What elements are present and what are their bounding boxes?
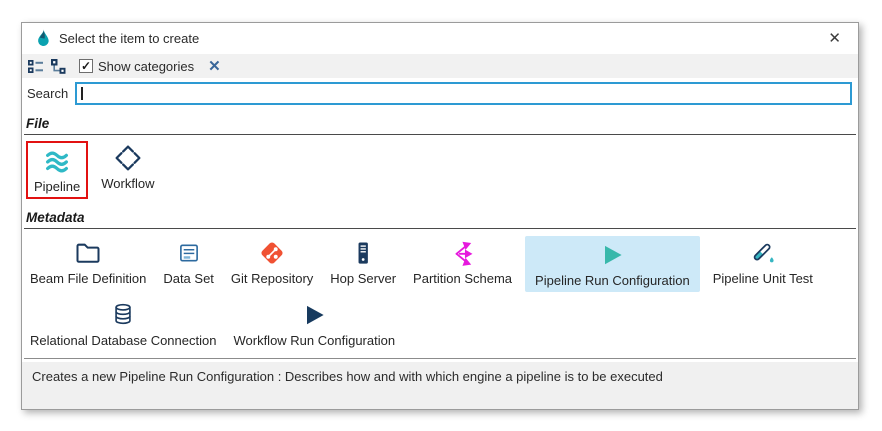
toolbar: ✓ Show categories ✕ xyxy=(22,54,858,78)
play-navy-icon xyxy=(300,300,328,330)
show-categories-toggle[interactable]: ✓ Show categories xyxy=(79,59,194,74)
item-partition-schema[interactable]: Partition Schema xyxy=(409,236,516,288)
list-separator xyxy=(24,358,856,359)
metadata-items-row-2: Relational Database Connection Workflow … xyxy=(22,296,858,356)
item-relational-database-connection[interactable]: Relational Database Connection xyxy=(26,298,220,350)
item-hop-server[interactable]: Hop Server xyxy=(326,236,400,288)
data-set-icon xyxy=(176,238,202,268)
workflow-diamond-icon xyxy=(114,143,142,173)
file-items-row: Pipeline Workflow xyxy=(22,135,858,203)
tree-view-icon[interactable] xyxy=(50,58,67,75)
server-icon xyxy=(350,238,376,268)
item-workflow-run-configuration[interactable]: Workflow Run Configuration xyxy=(229,298,399,350)
category-heading-metadata: Metadata xyxy=(24,205,856,229)
title-bar: Select the item to create ✕ xyxy=(22,23,858,54)
item-data-set[interactable]: Data Set xyxy=(159,236,218,288)
item-label: Pipeline Unit Test xyxy=(713,271,813,286)
search-label: Search xyxy=(26,86,68,101)
item-label: Workflow Run Configuration xyxy=(233,333,395,348)
dialog-title: Select the item to create xyxy=(59,31,199,46)
item-label: Relational Database Connection xyxy=(30,333,216,348)
metadata-items-row-1: Beam File Definition Data Set xyxy=(22,229,858,296)
item-label: Workflow xyxy=(101,176,154,191)
clear-search-icon[interactable]: ✕ xyxy=(208,59,221,74)
item-label: Hop Server xyxy=(330,271,396,286)
text-caret xyxy=(81,87,83,100)
item-label: Git Repository xyxy=(231,271,313,286)
folder-icon xyxy=(74,238,102,268)
description-panel: Creates a new Pipeline Run Configuration… xyxy=(22,362,858,409)
description-text: Creates a new Pipeline Run Configuration… xyxy=(32,369,663,384)
hop-logo-icon xyxy=(35,29,51,48)
item-label: Data Set xyxy=(163,271,214,286)
search-input[interactable] xyxy=(75,82,852,105)
item-pipeline-run-configuration[interactable]: Pipeline Run Configuration xyxy=(525,236,700,292)
item-label: Pipeline xyxy=(34,179,80,194)
partition-arrows-icon xyxy=(450,238,476,268)
item-pipeline[interactable]: Pipeline xyxy=(30,144,84,196)
item-beam-file-definition[interactable]: Beam File Definition xyxy=(26,236,150,288)
play-teal-icon xyxy=(598,240,626,270)
show-categories-label: Show categories xyxy=(98,59,194,74)
item-pipeline-unit-test[interactable]: Pipeline Unit Test xyxy=(709,236,817,288)
pipeline-waves-icon xyxy=(42,146,72,176)
search-row: Search xyxy=(22,78,858,109)
test-tube-icon xyxy=(749,238,777,268)
item-label: Partition Schema xyxy=(413,271,512,286)
database-icon xyxy=(110,300,136,330)
item-git-repository[interactable]: Git Repository xyxy=(227,236,317,288)
select-item-dialog: Select the item to create ✕ ✓ xyxy=(21,22,859,410)
search-input-field[interactable] xyxy=(77,84,850,103)
screen: Select the item to create ✕ ✓ xyxy=(0,0,882,431)
red-annotation-box: Pipeline xyxy=(26,141,88,199)
category-heading-file: File xyxy=(24,111,856,135)
item-label: Beam File Definition xyxy=(30,271,146,286)
item-workflow[interactable]: Workflow xyxy=(97,141,158,193)
show-categories-checkbox[interactable]: ✓ xyxy=(79,59,93,73)
close-icon[interactable]: ✕ xyxy=(824,29,845,48)
list-view-icon[interactable] xyxy=(27,58,44,75)
item-label: Pipeline Run Configuration xyxy=(535,273,690,288)
git-icon xyxy=(258,238,286,268)
